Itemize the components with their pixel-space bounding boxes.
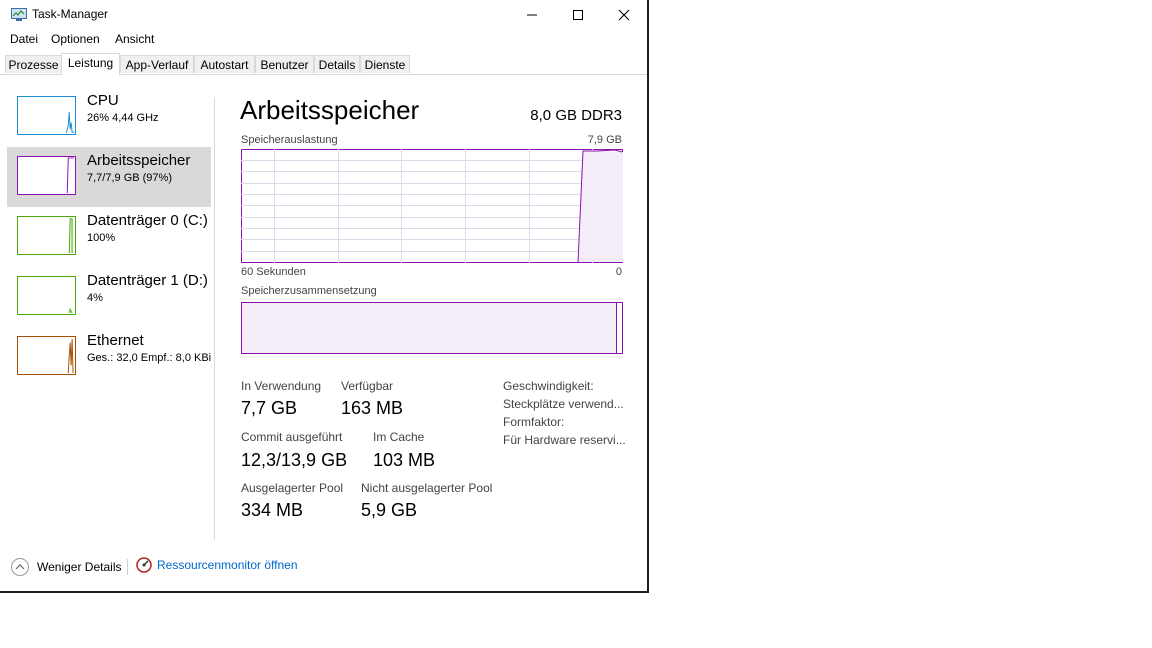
sidebar-item-subtitle: Ges.: 32,0 Empf.: 8,0 KBi (87, 352, 212, 364)
maximize-icon (573, 9, 583, 20)
disk-c-mini-graph (17, 216, 76, 255)
memory-mini-graph (17, 156, 76, 195)
tab-bar: Prozesse Leistung App-Verlauf Autostart … (0, 53, 647, 75)
stat-paged-pool-label: Ausgelagerter Pool (241, 481, 344, 495)
sidebar-item-title: Datenträger 0 (C:) (87, 212, 208, 229)
stat-available-label: Verfügbar (341, 379, 394, 393)
title-bar[interactable]: Task-Manager (0, 0, 647, 29)
stat-cached-label: Im Cache (373, 430, 425, 444)
window-title: Task-Manager (32, 7, 109, 21)
sidebar-item-disk-c[interactable]: Datenträger 0 (C:) 100% (7, 207, 211, 267)
sidebar-item-cpu[interactable]: CPU 26% 4,44 GHz (7, 87, 211, 147)
minimize-icon (527, 14, 537, 15)
tab-app-history[interactable]: App-Verlauf (120, 55, 194, 73)
stat-in-use-label: In Verwendung (241, 379, 322, 393)
memory-spec: 8,0 GB DDR3 (530, 107, 622, 124)
tab-performance[interactable]: Leistung (61, 53, 120, 75)
sidebar-item-subtitle: 26% 4,44 GHz (87, 112, 159, 124)
disk-d-mini-graph (17, 276, 76, 315)
task-manager-icon (11, 8, 27, 21)
detail-speed-label: Geschwindigkeit: (503, 379, 594, 393)
sidebar-item-ethernet[interactable]: Ethernet Ges.: 32,0 Empf.: 8,0 KBi (7, 327, 211, 387)
usage-graph-time-left: 60 Sekunden (241, 266, 306, 278)
sidebar-item-subtitle: 4% (87, 292, 103, 304)
sidebar-item-subtitle: 7,7/7,9 GB (97%) (87, 172, 172, 184)
menu-file[interactable]: Datei (10, 32, 38, 46)
close-button[interactable] (601, 0, 647, 29)
footer-divider (127, 559, 128, 575)
tab-startup[interactable]: Autostart (194, 55, 255, 73)
resource-monitor-icon (136, 557, 152, 573)
stat-nonpaged-pool-value: 5,9 GB (361, 500, 418, 520)
sidebar-item-disk-d[interactable]: Datenträger 1 (D:) 4% (7, 267, 211, 327)
composition-graph-label: Speicherzusammensetzung (241, 285, 377, 297)
usage-graph-time-right: 0 (615, 266, 622, 278)
resource-monitor-link[interactable]: Ressourcenmonitor öffnen (136, 557, 298, 573)
task-manager-window: Task-Manager Datei Optionen Ansicht Proz… (0, 0, 649, 593)
tab-details[interactable]: Details (314, 55, 360, 73)
sidebar-item-memory[interactable]: Arbeitsspeicher 7,7/7,9 GB (97%) (7, 147, 211, 207)
detail-slots-label: Steckplätze verwend... (503, 397, 624, 411)
memory-composition-bar (241, 302, 623, 354)
stat-nonpaged-pool-label: Nicht ausgelagerter Pool (361, 481, 493, 495)
fewer-details-label: Weniger Details (37, 560, 122, 574)
resource-monitor-label: Ressourcenmonitor öffnen (157, 558, 298, 572)
stat-cached-value: 103 MB (373, 450, 436, 470)
usage-graph-max: 7,9 GB (587, 134, 622, 146)
page-title: Arbeitsspeicher (240, 95, 420, 125)
fewer-details-button[interactable]: Weniger Details (10, 557, 121, 577)
chevron-up-icon (11, 558, 29, 576)
minimize-button[interactable] (509, 0, 555, 29)
stat-committed-label: Commit ausgeführt (241, 430, 343, 444)
usage-graph-label: Speicherauslastung (241, 134, 338, 146)
tab-users[interactable]: Benutzer (255, 55, 314, 73)
ethernet-mini-graph (17, 336, 76, 375)
sidebar-divider[interactable] (214, 97, 215, 540)
tab-services[interactable]: Dienste (360, 55, 410, 73)
detail-form-factor-label: Formfaktor: (503, 415, 565, 429)
stat-paged-pool-value: 334 MB (241, 500, 304, 520)
menu-options[interactable]: Optionen (51, 32, 100, 46)
footer: Weniger Details Ressourcenmonitor öffnen (0, 555, 647, 579)
sidebar-item-title: Ethernet (87, 332, 144, 349)
cpu-mini-graph (17, 96, 76, 135)
sidebar-item-title: CPU (87, 92, 119, 109)
close-icon (618, 9, 630, 20)
sidebar-item-subtitle: 100% (87, 232, 116, 244)
detail-hw-reserved-label: Für Hardware reservi... (503, 433, 626, 447)
stat-available-value: 163 MB (341, 398, 404, 418)
maximize-button[interactable] (555, 0, 601, 29)
sidebar-item-title: Datenträger 1 (D:) (87, 272, 208, 289)
memory-usage-graph (241, 149, 623, 263)
stat-in-use-value: 7,7 GB (241, 398, 298, 418)
stat-committed-value: 12,3/13,9 GB (241, 450, 348, 470)
menu-view[interactable]: Ansicht (115, 32, 154, 46)
sidebar-item-title: Arbeitsspeicher (87, 152, 191, 169)
tab-processes[interactable]: Prozesse (5, 55, 62, 73)
